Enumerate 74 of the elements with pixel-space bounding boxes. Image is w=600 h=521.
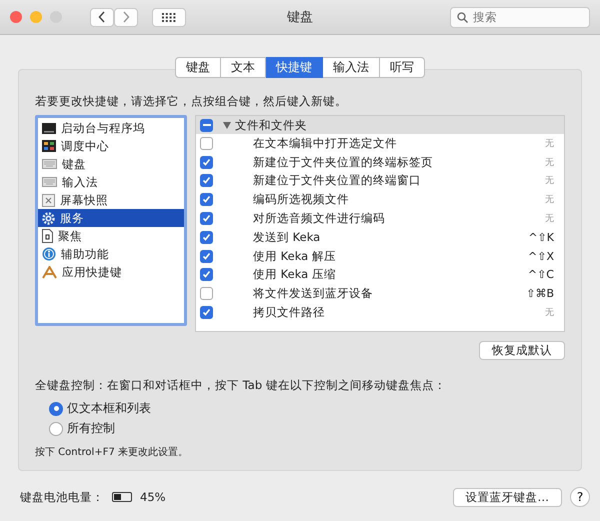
keyboard-icon [42, 177, 57, 187]
group-checkbox[interactable] [200, 118, 213, 132]
shortcut-label: 发送到 Keka [253, 230, 320, 245]
bluetooth-keyboard-button[interactable]: 设置蓝牙键盘… [452, 488, 562, 506]
restore-defaults-button[interactable]: 恢复成默认 [479, 341, 565, 360]
shortcut-checkbox[interactable] [200, 287, 213, 300]
checkmark-icon [202, 308, 211, 318]
category-item[interactable]: 屏幕快照 [38, 191, 184, 209]
shortcut-label: 新建位于文件夹位置的终端标签页 [253, 154, 433, 170]
help-button[interactable]: ? [570, 487, 590, 507]
category-item[interactable]: 调度中心 [38, 137, 184, 155]
category-item[interactable]: 辅助功能 [38, 245, 184, 263]
gear-icon [42, 212, 55, 224]
category-item[interactable]: 聚焦 [38, 227, 184, 245]
radio-label: 仅文本框和列表 [67, 400, 151, 417]
accessibility-icon [42, 247, 56, 261]
shortcut-label: 编码所选视频文件 [253, 192, 349, 208]
shortcut-key[interactable]: ^⇧C [528, 268, 554, 282]
category-item[interactable]: 应用快捷键 [38, 263, 184, 281]
disclosure-triangle-icon[interactable] [223, 122, 231, 128]
shortcut-label: 新建位于文件夹位置的终端窗口 [253, 173, 421, 188]
close-button[interactable] [10, 11, 22, 23]
shortcut-label: 使用 Keka 解压 [253, 248, 336, 264]
tab[interactable]: 快捷键 [266, 57, 323, 78]
document-icon [42, 229, 53, 243]
window-title: 键盘 [287, 10, 313, 25]
minus-icon [202, 124, 210, 126]
windows-icon [42, 140, 56, 152]
category-list[interactable]: 启动台与程序坞 调度中心 键盘 输入法 屏幕快照 服务 聚焦 辅助功能 应用快捷键 [35, 115, 187, 326]
search-icon [457, 12, 468, 22]
chevron-left-icon [98, 11, 106, 23]
radio-button[interactable] [49, 422, 63, 436]
battery-reading: 45% [140, 490, 166, 504]
dock-icon [42, 122, 56, 134]
group-label: 文件和文件夹 [235, 118, 307, 132]
shortcut-checkbox[interactable] [200, 174, 213, 188]
app-icon [42, 266, 57, 278]
shortcut-label: 拷贝文件路径 [253, 305, 325, 320]
radio-button[interactable] [49, 402, 63, 416]
category-item[interactable]: 服务 [38, 209, 184, 227]
show-all-button[interactable] [152, 8, 186, 26]
shortcut-key[interactable]: ⇧⌘B [526, 287, 554, 300]
instruction-text: 若要更改快捷键，请选择它，点按组合键，然后键入新键。 [35, 94, 348, 109]
shortcut-checkbox[interactable] [200, 306, 213, 320]
shortcut-label: 使用 Keka 压缩 [253, 267, 336, 282]
hint-text: 按下 Control+F7 来更改此设置。 [35, 446, 189, 459]
tab[interactable]: 键盘 [175, 57, 221, 78]
shortcut-checkbox[interactable] [200, 250, 213, 263]
shortcut-checkbox[interactable] [200, 193, 213, 206]
full-keyboard-label: 全键盘控制：在窗口和对话框中，按下 Tab 键在以下控制之间移动键盘焦点： [35, 378, 447, 393]
tab[interactable]: 文本 [221, 57, 266, 78]
category-item[interactable]: 键盘 [38, 155, 184, 173]
shortcut-label: 对所选音频文件进行编码 [253, 211, 385, 226]
shortcut-checkbox[interactable] [200, 156, 213, 169]
shortcut-key[interactable]: ^⇧K [528, 230, 554, 244]
radio-label: 所有控制 [67, 420, 115, 437]
shortcut-key[interactable]: ^⇧X [528, 250, 554, 263]
shortcut-checkbox[interactable] [200, 136, 213, 150]
shortcut-label: 将文件发送到蓝牙设备 [253, 286, 373, 302]
search-field[interactable]: 搜索 [450, 6, 590, 28]
screenshot-icon [42, 194, 55, 206]
tab[interactable]: 听写 [380, 57, 425, 78]
keyboard-icon [42, 159, 57, 169]
grid-icon [162, 12, 176, 22]
tab[interactable]: 输入法 [323, 57, 380, 78]
category-item[interactable]: 输入法 [38, 173, 184, 191]
chevron-right-icon [122, 11, 130, 23]
shortcut-label: 在文本编辑中打开选定文件 [253, 136, 397, 151]
battery-label: 键盘电池电量： [20, 490, 104, 504]
shortcut-checkbox[interactable] [200, 268, 213, 282]
category-item[interactable]: 启动台与程序坞 [38, 119, 184, 137]
shortcut-checkbox[interactable] [200, 212, 213, 226]
shortcut-checkbox[interactable] [200, 230, 213, 244]
back-button[interactable] [90, 8, 114, 26]
